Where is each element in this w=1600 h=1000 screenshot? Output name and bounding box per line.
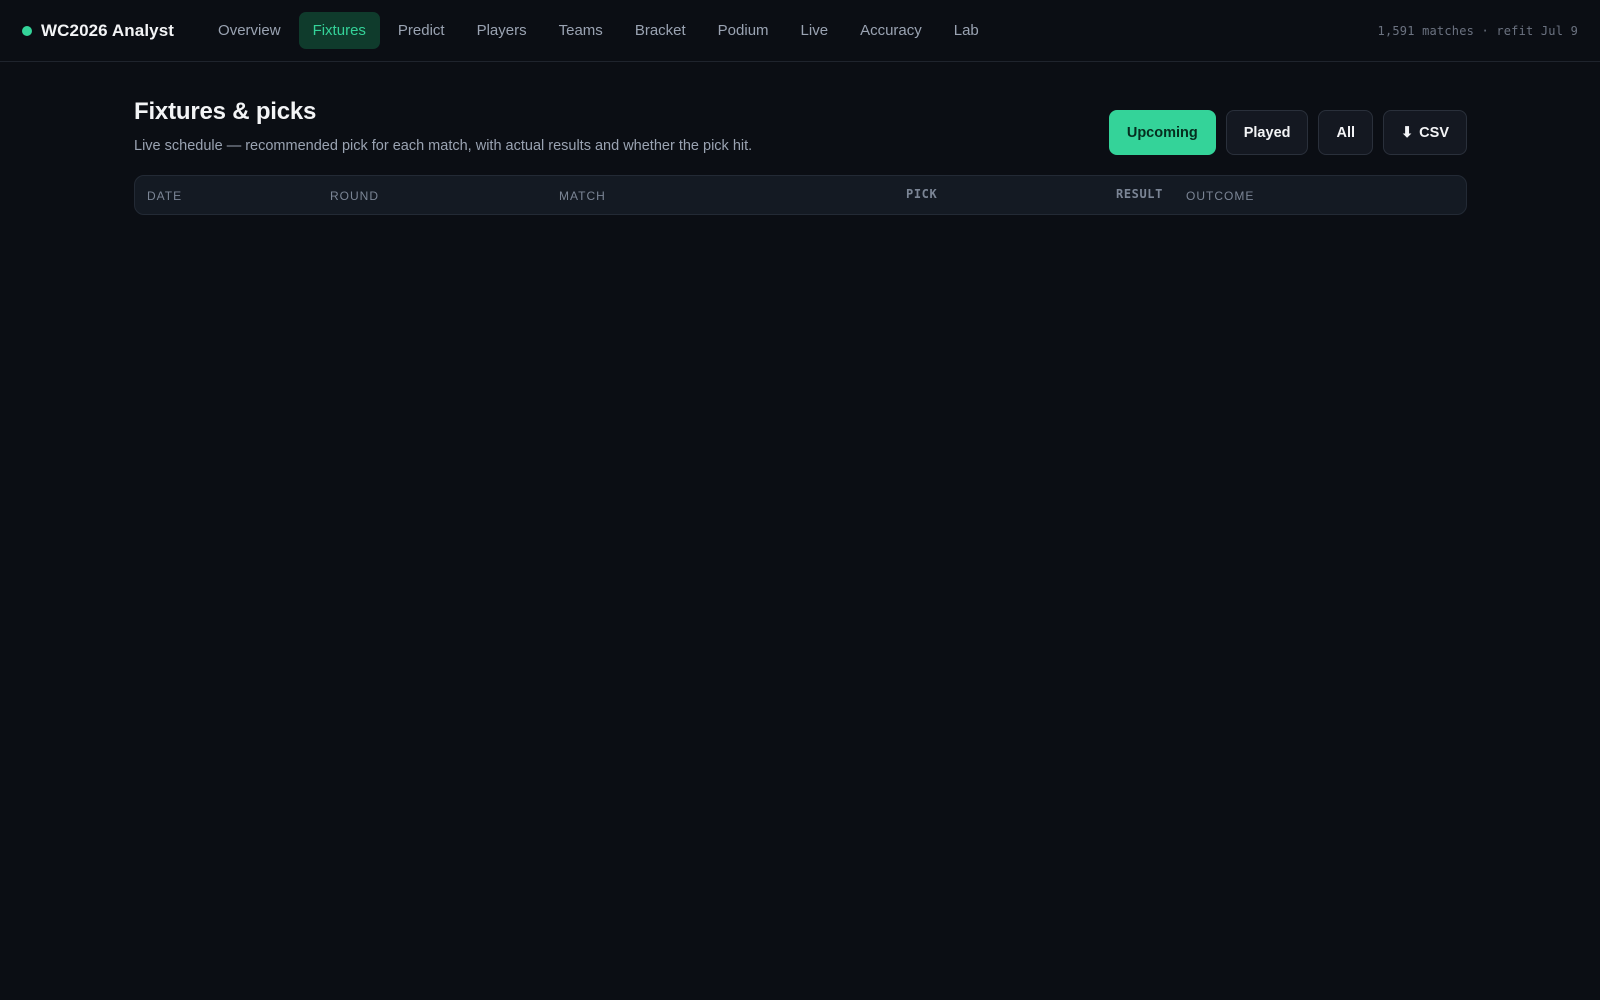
top-navigation-bar: WC2026 Analyst Overview Fixtures Predict… (0, 0, 1600, 62)
nav-item-predict[interactable]: Predict (384, 12, 459, 49)
export-csv-label: CSV (1419, 124, 1449, 141)
page-subtitle: Live schedule — recommended pick for eac… (134, 138, 753, 154)
model-status-meta: 1,591 matches · refit Jul 9 (1377, 23, 1578, 38)
column-header-date[interactable]: Date (147, 189, 182, 203)
nav-item-bracket[interactable]: Bracket (621, 12, 700, 49)
nav-item-accuracy[interactable]: Accuracy (846, 12, 936, 49)
nav-item-players[interactable]: Players (463, 12, 541, 49)
nav-item-lab[interactable]: Lab (940, 12, 993, 49)
filter-upcoming-button[interactable]: Upcoming (1108, 110, 1216, 155)
app-title: WC2026 Analyst (41, 20, 175, 40)
main-nav: Overview Fixtures Predict Players Teams … (204, 12, 993, 49)
filter-all-button[interactable]: All (1318, 110, 1374, 155)
brand[interactable]: WC2026 Analyst (22, 21, 174, 41)
main-content: Fixtures & picks Live schedule — recomme… (0, 62, 1600, 215)
nav-item-teams[interactable]: Teams (545, 12, 617, 49)
column-header-pick[interactable]: Pick (906, 187, 937, 201)
fixtures-table-header: Date Round Match Pick Result Outcome (134, 175, 1467, 215)
download-icon: ⬇ (1401, 124, 1414, 141)
column-header-result[interactable]: Result (1116, 187, 1163, 201)
page-title: Fixtures & picks (134, 98, 317, 125)
nav-item-overview[interactable]: Overview (204, 12, 295, 49)
nav-item-live[interactable]: Live (787, 12, 843, 49)
nav-item-fixtures[interactable]: Fixtures (298, 12, 380, 49)
page-header: Fixtures & picks Live schedule — recomme… (134, 96, 1467, 155)
nav-item-podium[interactable]: Podium (704, 12, 783, 49)
brand-status-dot-icon (22, 25, 32, 36)
column-header-outcome[interactable]: Outcome (1186, 189, 1254, 203)
filter-played-button[interactable]: Played (1225, 110, 1309, 155)
page-heading: Fixtures & picks Live schedule — recomme… (134, 96, 752, 154)
column-header-round[interactable]: Round (330, 189, 379, 203)
fixture-filters: Upcoming Played All ⬇ CSV (1108, 110, 1467, 155)
export-csv-button[interactable]: ⬇ CSV (1383, 110, 1467, 155)
column-header-match[interactable]: Match (559, 189, 606, 203)
